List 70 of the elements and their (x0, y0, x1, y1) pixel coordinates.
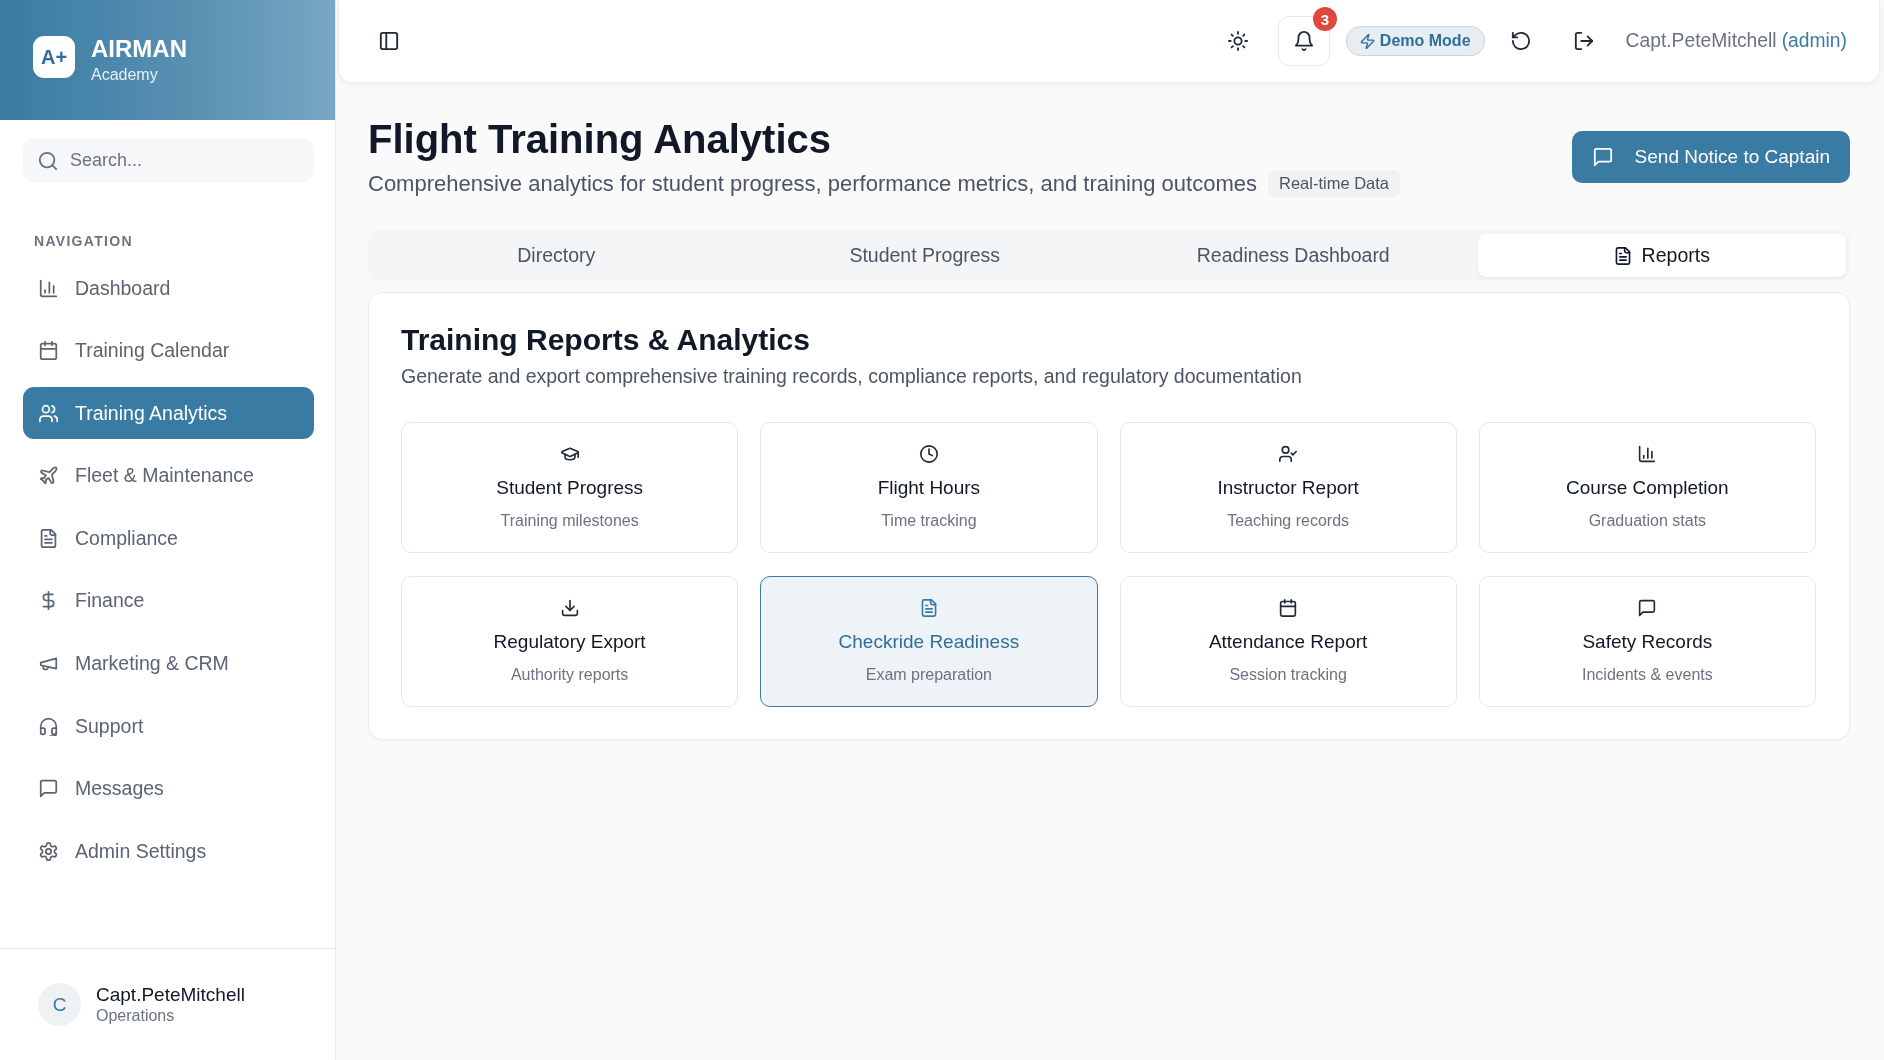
brand-logo: A+ (33, 36, 75, 78)
user-avatar: C (38, 983, 81, 1026)
tab[interactable]: Directory (372, 234, 741, 277)
nav-item[interactable]: Dashboard (23, 262, 314, 314)
search-icon (38, 150, 58, 171)
chat-bubble-icon (1638, 599, 1657, 617)
theme-toggle-button[interactable] (1227, 31, 1248, 51)
graduation-cap-icon (560, 445, 579, 463)
nav-item[interactable]: Fleet & Maintenance (23, 449, 314, 502)
send-notice-button[interactable]: Send Notice to Captain (1571, 131, 1850, 183)
tab[interactable]: Reports (1477, 234, 1846, 277)
download-icon (560, 599, 579, 617)
report-card[interactable]: Safety Records Incidents & events (1478, 576, 1816, 707)
user-check-icon (1279, 445, 1298, 463)
mode-label: Demo Mode (1379, 32, 1471, 50)
page-title: Flight Training Analytics (368, 116, 832, 163)
nav-item[interactable]: Admin Settings (23, 825, 314, 878)
status-badge: Real-time Data (1268, 170, 1401, 197)
logout-button[interactable] (1573, 31, 1594, 51)
logout-icon (1573, 31, 1594, 51)
calendar-icon (39, 341, 58, 361)
document-icon (39, 528, 58, 548)
nav-item[interactable]: Compliance (23, 512, 314, 565)
report-card[interactable]: Attendance Report Session tracking (1119, 576, 1457, 707)
sidebar-toggle-button[interactable] (379, 31, 399, 51)
brand-tagline: Academy (91, 65, 159, 85)
plane-icon (39, 466, 58, 486)
panel-icon (379, 31, 399, 51)
notification-badge: 3 (1312, 7, 1337, 31)
nav-section-label: NAVIGATION (34, 232, 133, 250)
document-icon (919, 599, 938, 617)
report-card[interactable]: Course Completion Graduation stats (1478, 422, 1816, 553)
user-name: Capt.PeteMitchell (96, 983, 245, 1006)
gear-icon (39, 841, 58, 861)
users-icon (39, 403, 58, 423)
sun-icon (1227, 31, 1248, 51)
headset-icon (39, 716, 58, 736)
report-card[interactable]: Student Progress Training milestones (401, 422, 739, 553)
nav-item[interactable]: Finance (23, 574, 314, 627)
report-card[interactable]: Regulatory Export Authority reports (401, 576, 739, 707)
nav-item[interactable]: Training Analytics (23, 387, 314, 440)
nav-item[interactable]: Support (23, 700, 314, 753)
bar-chart-icon (39, 278, 58, 298)
bar-chart-icon (1638, 445, 1657, 463)
lightning-icon (1359, 33, 1375, 49)
bell-icon (1293, 31, 1314, 51)
search-field[interactable]: Search... (23, 138, 314, 183)
nav-item[interactable]: Messages (23, 762, 314, 815)
user-name: Capt.PeteMitchell (1625, 30, 1777, 51)
report-card[interactable]: Flight Hours Time tracking (760, 422, 1098, 553)
document-icon (1613, 246, 1632, 265)
report-card[interactable]: Checkride Readiness Exam preparation (760, 576, 1098, 707)
brand-name: AIRMAN (91, 35, 187, 63)
tab[interactable]: Student Progress (740, 234, 1109, 277)
dollar-icon (39, 591, 58, 611)
user-role: (admin) (1781, 30, 1847, 51)
chat-bubble-icon (39, 779, 58, 799)
section-title: Training Reports & Analytics (401, 322, 811, 358)
page-subtitle: Comprehensive analytics for student progress, performance metrics, and training outcomes (368, 170, 1257, 197)
nav-item[interactable]: Training Calendar (23, 324, 314, 377)
report-card[interactable]: Instructor Report Teaching records (1119, 422, 1457, 553)
user-role: Operations (96, 1006, 175, 1026)
clock-icon (919, 445, 938, 463)
section-description: Generate and export comprehensive training records, compliance reports, and regulatory documentation (401, 364, 1303, 388)
refresh-icon (1510, 31, 1531, 51)
calendar-icon (1279, 599, 1298, 617)
chat-bubble-icon (1592, 147, 1613, 167)
tab[interactable]: Readiness Dashboard (1109, 234, 1478, 277)
nav-item[interactable]: Marketing & CRM (23, 637, 314, 690)
refresh-button[interactable] (1510, 31, 1531, 51)
